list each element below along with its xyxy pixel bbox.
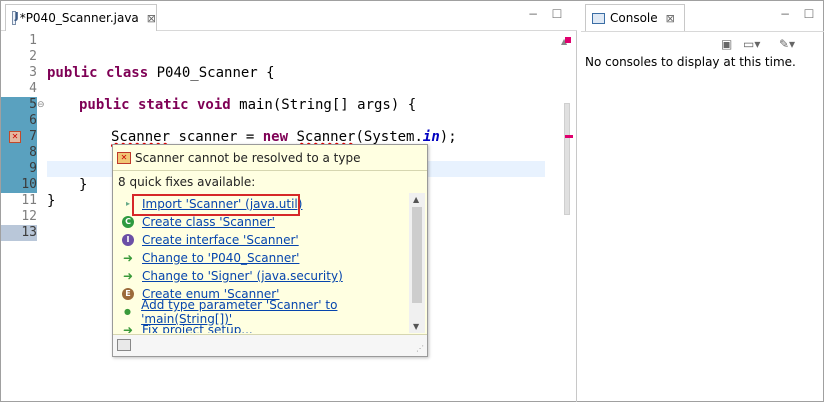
code-line-3: public class P040_Scanner { — [47, 65, 275, 81]
pin-console-icon[interactable]: ▣ — [721, 37, 732, 51]
line-number: 1 — [29, 33, 37, 48]
code-line-11: } — [47, 193, 55, 209]
quick-fix-item[interactable]: ➜ Change to 'Signer' (java.security) — [122, 267, 343, 285]
keyword: new — [262, 129, 289, 145]
display-console-icon[interactable]: ▭▾ — [743, 37, 760, 51]
code-text: scanner = — [170, 129, 263, 145]
line-number: 11 — [21, 193, 37, 208]
editor-tab[interactable]: *P040_Scanner.java ⊠ — [5, 4, 157, 31]
error-token[interactable]: Scanner — [296, 129, 355, 145]
keyword: public static void — [79, 97, 231, 113]
console-pane: Console ⊠ − ☐ ▣ ▭▾ ✎▾ No consoles to dis… — [581, 1, 824, 402]
code-text: (System. — [355, 129, 423, 145]
preferences-icon[interactable] — [117, 339, 131, 351]
enum-icon: E — [122, 288, 134, 300]
quick-fix-popup: ✕ Scanner cannot be resolved to a type 8… — [112, 144, 428, 357]
line-number: 10 — [1, 177, 37, 193]
quick-fix-item[interactable]: I Create interface 'Scanner' — [122, 231, 299, 249]
line-number: 9 — [1, 161, 37, 177]
change-arrow-icon: ➜ — [122, 323, 134, 333]
minimize-icon[interactable]: − — [527, 8, 539, 21]
console-tab-title: Console — [610, 11, 658, 25]
code-text: ); — [439, 129, 457, 145]
static-field: in — [422, 129, 440, 145]
maximize-icon[interactable]: ☐ — [803, 8, 815, 21]
maximize-icon[interactable]: ☐ — [551, 8, 563, 21]
quick-fix-scrollbar[interactable]: ▲ ▼ — [409, 193, 425, 333]
line-number-gutter: 1 2 3 4 5 6 7 8 9 10 11 12 13 — [1, 33, 45, 402]
line-number: 13 — [1, 225, 37, 241]
quick-fix-item[interactable]: ● Add type parameter 'Scanner' to 'main(… — [122, 298, 410, 326]
overview-error-indicator[interactable] — [565, 37, 571, 43]
quick-fix-title: Scanner cannot be resolved to a type — [135, 150, 361, 165]
quick-fix-item[interactable]: ➜ Fix project setup... — [122, 321, 253, 333]
type-parameter-icon: ● — [124, 307, 132, 316]
editor-tab-title: *P040_Scanner.java — [19, 11, 139, 25]
quick-fix-label[interactable]: Fix project setup... — [142, 323, 253, 333]
fold-toggle-icon[interactable]: ⊖ — [37, 100, 45, 110]
java-file-icon — [12, 11, 18, 25]
editor-scrollbar[interactable]: ▲ — [557, 33, 575, 402]
keyword: public class — [47, 65, 149, 81]
console-divider — [581, 31, 824, 32]
scroll-thumb[interactable] — [564, 103, 570, 215]
scroll-thumb[interactable] — [412, 207, 422, 303]
error-token[interactable]: Scanner — [111, 129, 170, 145]
selection-highlight-box — [132, 194, 300, 216]
scroll-down-icon[interactable]: ▼ — [413, 322, 419, 331]
quick-fix-count: 8 quick fixes available: — [118, 175, 256, 189]
console-empty-message: No consoles to display at this time. — [585, 55, 796, 69]
scroll-up-icon[interactable]: ▲ — [413, 195, 419, 204]
ide-window: *P040_Scanner.java ⊠ − ☐ 1 2 3 4 5 6 7 8… — [0, 0, 824, 402]
overview-error-mark[interactable] — [565, 135, 573, 138]
quick-fix-label[interactable]: Change to 'Signer' (java.security) — [142, 269, 343, 283]
line-number: 5 — [1, 97, 37, 113]
quick-fix-label[interactable]: Change to 'P040_Scanner' — [142, 251, 299, 265]
quick-fix-label[interactable]: Create interface 'Scanner' — [142, 233, 299, 247]
code-text: P040_Scanner { — [148, 65, 275, 81]
error-marker-icon[interactable]: ✕ — [9, 131, 21, 143]
error-icon: ✕ — [117, 151, 131, 164]
code-line-10: } — [79, 177, 87, 193]
quick-fix-item[interactable]: ➜ Change to 'P040_Scanner' — [122, 249, 299, 267]
console-icon — [592, 12, 605, 24]
quick-fix-footer: ⋰ — [113, 334, 427, 356]
editor-tabbar: *P040_Scanner.java ⊠ − ☐ — [1, 1, 577, 31]
console-tab[interactable]: Console ⊠ — [585, 4, 685, 31]
code-line-5: public static void main(String[] args) { — [79, 97, 416, 113]
code-text: } — [47, 193, 56, 209]
quick-fix-header: ✕ Scanner cannot be resolved to a type — [113, 145, 427, 171]
quick-fix-label[interactable]: Create class 'Scanner' — [142, 215, 275, 229]
interface-icon: I — [122, 234, 134, 246]
code-text: main(String[] args) { — [230, 97, 417, 113]
resize-grip-icon[interactable]: ⋰ — [416, 344, 424, 353]
line-number: 8 — [1, 145, 37, 161]
code-line-7: Scanner scanner = new Scanner(System.in)… — [111, 129, 457, 145]
code-text: } — [79, 177, 88, 193]
minimize-icon[interactable]: − — [779, 8, 791, 21]
line-number: 12 — [21, 209, 37, 224]
change-arrow-icon: ➜ — [122, 251, 134, 265]
close-tab-icon[interactable]: ⊠ — [147, 12, 156, 25]
change-arrow-icon: ➜ — [122, 269, 134, 283]
line-number: 2 — [29, 49, 37, 64]
line-number: 6 — [1, 113, 37, 129]
class-icon: C — [122, 216, 134, 228]
line-number: 4 — [29, 81, 37, 96]
open-console-icon[interactable]: ✎▾ — [779, 37, 795, 51]
line-number: 3 — [29, 65, 37, 80]
close-tab-icon[interactable]: ⊠ — [666, 12, 675, 25]
